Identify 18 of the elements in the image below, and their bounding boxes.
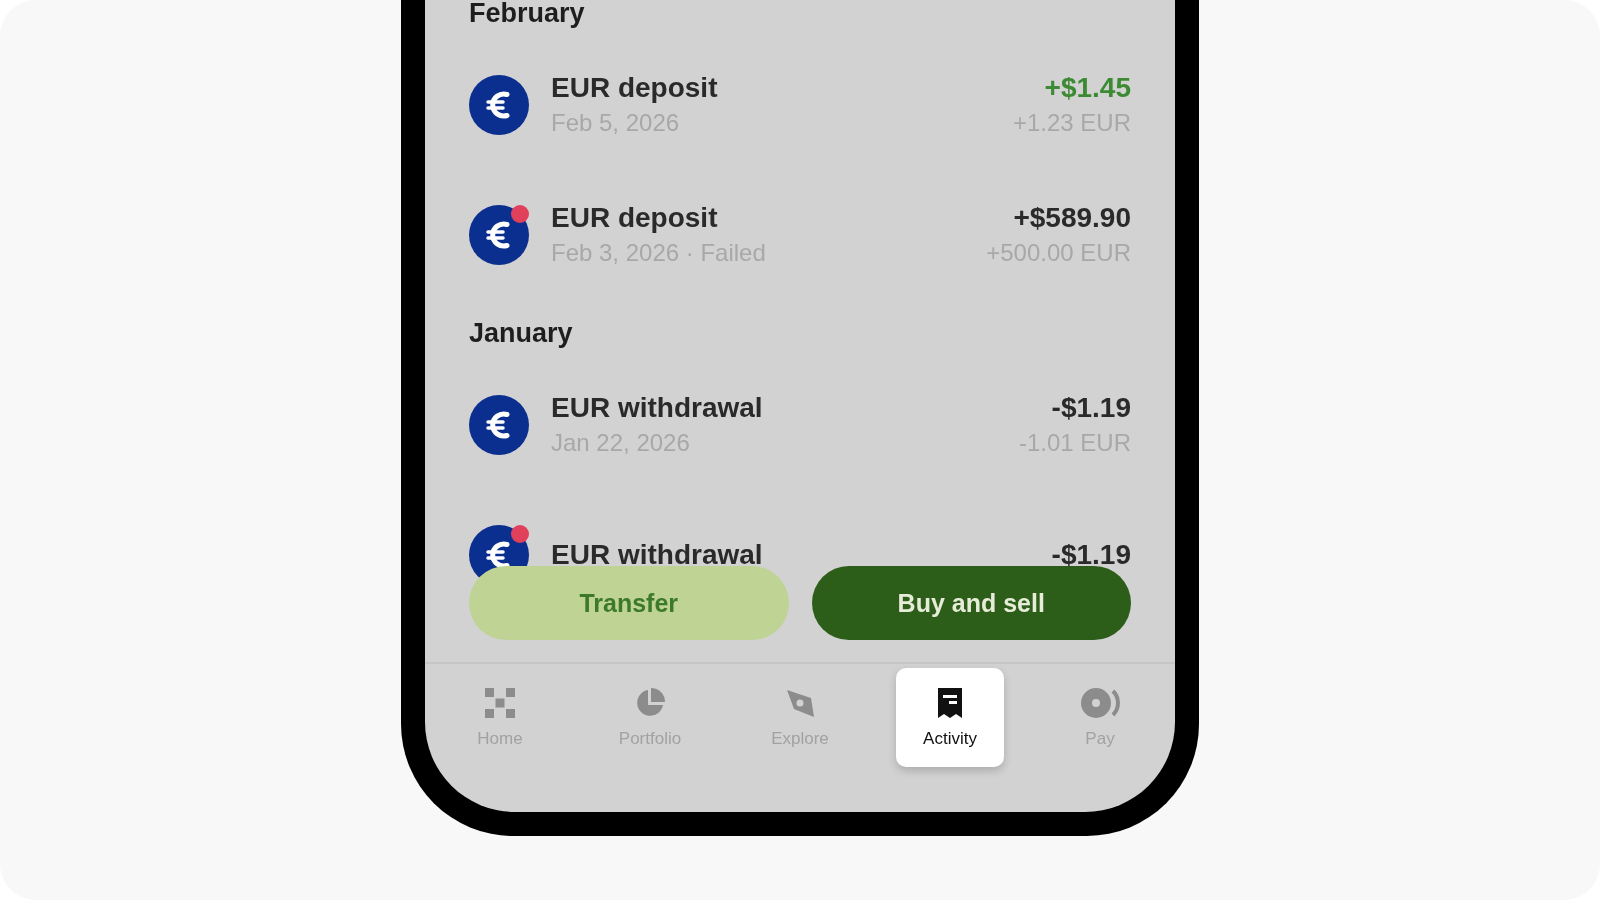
pie-chart-icon (634, 686, 666, 719)
amount: +$589.90 (1013, 203, 1131, 233)
month-heading: February (469, 0, 586, 26)
receipt-icon (937, 686, 963, 719)
grid-icon (484, 686, 516, 719)
primary-button[interactable]: Buy and sell (811, 566, 1131, 640)
euro-icon (469, 205, 529, 265)
transaction-title: EUR deposit (551, 203, 718, 233)
amount: +$1.45 (1044, 73, 1131, 103)
amount: -$1.19 (1051, 393, 1131, 423)
secondary-button[interactable]: Transfer (469, 566, 789, 640)
nav-tab[interactable]: Activity (896, 668, 1004, 767)
transaction-title: EUR withdrawal (551, 393, 763, 423)
contactless-icon (1080, 686, 1120, 719)
month-heading: January (469, 320, 574, 346)
euro-icon (469, 75, 529, 135)
euro-icon (469, 395, 529, 455)
transaction-title: EUR deposit (551, 73, 718, 103)
